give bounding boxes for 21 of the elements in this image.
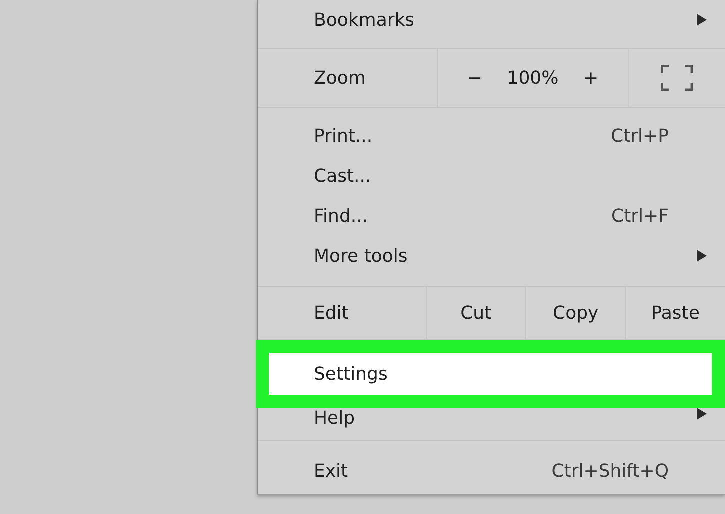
shortcut-text: Ctrl+F [612, 206, 669, 226]
fullscreen-button[interactable] [661, 65, 693, 91]
zoom-label: Zoom [313, 66, 367, 90]
edit-action-button[interactable]: Paste [625, 287, 725, 339]
submenu-arrow-icon [697, 14, 707, 26]
zoom-in-button[interactable]: + [578, 68, 605, 88]
menu-item[interactable]: Cast... [258, 156, 725, 196]
menu-item[interactable]: Print... Ctrl+P [258, 116, 725, 156]
menu-item[interactable]: Bookmarks [258, 0, 725, 40]
menu-item[interactable]: Help [258, 408, 725, 440]
zoom-out-button[interactable]: − [461, 68, 488, 88]
zoom-level: 100% [507, 68, 559, 88]
menu-item[interactable]: Settings [269, 353, 712, 395]
menu-item[interactable]: More tools [258, 236, 725, 276]
shortcut-text: Ctrl+Shift+Q [552, 460, 669, 482]
submenu-arrow-icon [697, 250, 707, 262]
submenu-arrow-icon [697, 408, 707, 420]
menu-item[interactable]: Exit Ctrl+Shift+Q [258, 451, 725, 491]
shortcut-text: Ctrl+P [611, 126, 669, 146]
edit-label: Edit [313, 302, 350, 326]
menu-item[interactable]: Find... Ctrl+F [258, 196, 725, 236]
